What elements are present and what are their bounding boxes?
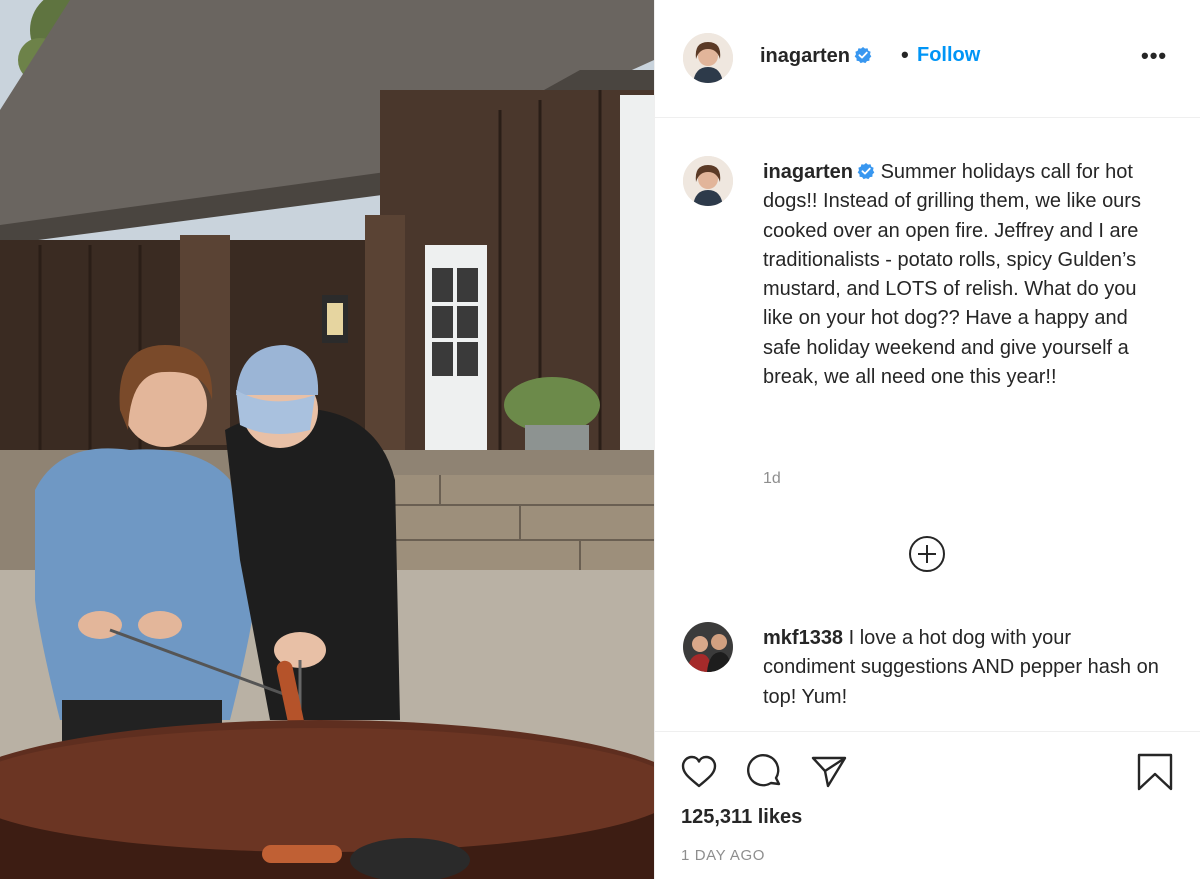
like-button[interactable] [679, 752, 719, 792]
post-photo[interactable] [0, 0, 654, 879]
caption-timestamp: 1d [763, 470, 781, 487]
share-button[interactable] [809, 752, 849, 792]
more-options-icon[interactable]: ••• [1141, 45, 1167, 67]
comment-button[interactable] [745, 752, 785, 792]
post-details-panel: inagarten • Follow ••• inagarten Summer [654, 0, 1200, 879]
bookmark-icon [1137, 753, 1173, 791]
username-text: inagarten [760, 45, 851, 67]
plus-circle-icon [909, 536, 945, 572]
comment-bubble-icon [747, 754, 781, 787]
heart-icon [681, 755, 717, 788]
avatar[interactable] [683, 33, 733, 83]
caption-body: Summer holidays call for hot dogs!! Inst… [763, 161, 1141, 389]
verified-badge-icon [854, 47, 872, 64]
caption-username[interactable]: inagarten [763, 161, 875, 183]
load-more-comments-button[interactable] [908, 535, 946, 573]
separator-dot: • [901, 42, 909, 67]
comment-username[interactable]: mkf1338 [763, 627, 843, 649]
comment-avatar-image [683, 622, 733, 672]
post-author-username[interactable]: inagarten [760, 45, 872, 68]
verified-badge-icon [857, 163, 875, 180]
likes-count[interactable]: 125,311 likes [681, 806, 802, 829]
caption-avatar[interactable] [683, 156, 733, 206]
follow-button[interactable]: Follow [917, 44, 980, 67]
post-photo-illustration [0, 0, 654, 879]
comment-avatar[interactable] [683, 622, 733, 672]
caption-username-text: inagarten [763, 161, 854, 183]
save-button[interactable] [1135, 752, 1175, 792]
caption-avatar-image [683, 156, 733, 206]
post-actions: 125,311 likes 1 DAY AGO [655, 731, 1200, 879]
post-date: 1 DAY AGO [681, 847, 766, 864]
caption-text: inagarten Summer holidays call for hot d… [763, 158, 1155, 392]
post-header: inagarten • Follow ••• [655, 0, 1200, 118]
avatar-image [683, 33, 733, 83]
comment-text: mkf1338 I love a hot dog with your condi… [763, 624, 1163, 712]
paper-plane-icon [811, 756, 847, 788]
